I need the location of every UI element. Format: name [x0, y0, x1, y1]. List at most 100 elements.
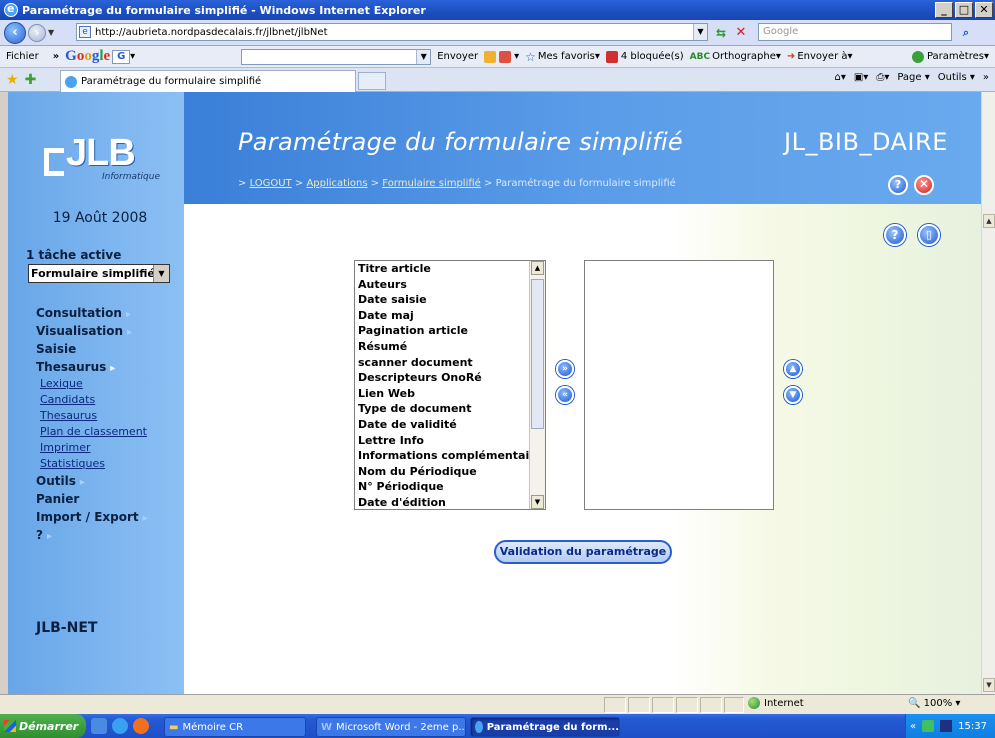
submenu-lexique[interactable]: Lexique [40, 376, 148, 392]
listbox-scrollbar[interactable]: ▲ ▼ [529, 261, 545, 509]
popup-blocked-button[interactable]: 4 bloquée(s) [605, 50, 684, 63]
menu-outils[interactable]: Outils ▸ [36, 472, 148, 490]
move-left-icon[interactable]: « [556, 386, 574, 404]
minimize-button[interactable]: _ [935, 2, 953, 18]
list-item[interactable]: Date d'édition [355, 495, 531, 509]
alert-icon[interactable] [499, 50, 512, 63]
menu-import-export[interactable]: Import / Export ▸ [36, 508, 148, 526]
list-item[interactable]: Date maj [355, 308, 531, 324]
list-item[interactable]: Titre article [355, 261, 531, 277]
menu-consultation[interactable]: Consultation ▸ [36, 304, 148, 322]
google-search-input[interactable]: ▼ [241, 48, 432, 65]
list-item[interactable]: Type de document [355, 401, 531, 417]
list-item[interactable]: N° Périodique [355, 479, 531, 495]
mes-favoris-button[interactable]: ☆ Mes favoris ▾ [525, 50, 600, 64]
search-input[interactable]: Google [758, 23, 952, 41]
submenu-plan-de-classement[interactable]: Plan de classement [40, 424, 148, 440]
list-item[interactable]: Lettre Info [355, 433, 531, 449]
scroll-down-icon[interactable]: ▼ [531, 495, 544, 509]
breadcrumb-formulaire[interactable]: Formulaire simplifié [382, 178, 481, 189]
url-dropdown-icon[interactable]: ▼ [693, 24, 707, 40]
taskbar-item-word[interactable]: W Microsoft Word - 2eme p... [316, 717, 466, 737]
list-item[interactable]: Descripteurs OnoRé [355, 370, 531, 386]
book-icon[interactable]: ▯ [918, 224, 940, 246]
google-menu-button[interactable]: G ▾ [112, 49, 135, 64]
search-icon[interactable]: ⌕ [956, 24, 976, 42]
list-item[interactable]: Pagination article [355, 323, 531, 339]
taskbar-item-ie[interactable]: Paramétrage du form... [470, 717, 620, 737]
envoyer-a-button[interactable]: ➜ Envoyer à ▾ [787, 51, 853, 62]
maximize-button[interactable]: □ [955, 2, 973, 18]
submenu-statistiques[interactable]: Statistiques [40, 456, 148, 472]
help-icon[interactable]: ? [884, 224, 906, 246]
star-icon[interactable] [484, 50, 497, 63]
tray-expand-icon[interactable]: « [910, 721, 916, 732]
list-item[interactable]: scanner document [355, 355, 531, 371]
zoom-control[interactable]: 🔍 100% ▾ [908, 698, 960, 709]
menu-help[interactable]: ? ▸ [36, 526, 148, 544]
task-select[interactable]: Formulaire simplifié ▼ [28, 264, 170, 283]
submenu-thesaurus[interactable]: Thesaurus [40, 408, 148, 424]
move-right-icon[interactable]: » [556, 360, 574, 378]
move-down-icon[interactable]: ▼ [784, 386, 802, 404]
forward-button[interactable]: › [28, 23, 46, 42]
menu-visualisation[interactable]: Visualisation ▸ [36, 322, 148, 340]
list-item[interactable]: Nom du Périodique [355, 464, 531, 480]
chevron-icon[interactable]: » [53, 51, 59, 62]
page-scrollbar[interactable]: ▲ ▼ [981, 92, 995, 694]
security-zone[interactable]: Internet [748, 697, 804, 709]
menu-saisie[interactable]: Saisie [36, 340, 148, 358]
help-icon[interactable]: ? [888, 175, 908, 195]
home-icon[interactable]: ⌂▾ [834, 72, 845, 83]
breadcrumb-logout[interactable]: LOGOUT [250, 178, 292, 189]
selected-fields-listbox[interactable] [584, 260, 774, 510]
scroll-down-icon[interactable]: ▼ [983, 678, 995, 692]
breadcrumb-applications[interactable]: Applications [306, 178, 367, 189]
tab-current[interactable]: Paramétrage du formulaire simplifié [60, 70, 356, 92]
tray-app-icon[interactable] [940, 720, 953, 732]
print-icon[interactable]: ⎙▾ [876, 72, 889, 83]
parametres-button[interactable]: Paramètres ▾ [911, 50, 989, 63]
tools-menu[interactable]: Outils ▾ [938, 72, 975, 83]
google-search-dropdown-icon[interactable]: ▼ [416, 49, 431, 64]
url-input[interactable]: e http://aubrieta.nordpasdecalais.fr/jlb… [76, 23, 708, 41]
refresh-icon[interactable]: ⇆ [712, 24, 730, 42]
page-menu[interactable]: Page ▾ [897, 72, 929, 83]
list-item[interactable]: Lien Web [355, 386, 531, 402]
network-icon[interactable] [922, 720, 935, 732]
submenu-candidats[interactable]: Candidats [40, 392, 148, 408]
available-fields-listbox[interactable]: Titre article Auteurs Date saisie Date maj P… [354, 260, 546, 510]
taskbar-item-memoire[interactable]: ▬ Mémoire CR [164, 717, 306, 737]
stop-icon[interactable]: ✕ [732, 24, 750, 42]
close-window-button[interactable]: ✕ [975, 2, 993, 18]
back-button[interactable]: ‹ [4, 21, 26, 44]
list-item[interactable]: Auteurs [355, 277, 531, 293]
desktop-quicklaunch-icon[interactable] [91, 718, 107, 734]
orthographe-button[interactable]: ABC Orthographe ▾ [690, 51, 781, 62]
menu-fichier[interactable]: Fichier [6, 51, 39, 62]
scroll-up-icon[interactable]: ▲ [983, 214, 995, 228]
menu-thesaurus[interactable]: Thesaurus ▸ [36, 358, 148, 376]
menu-panier[interactable]: Panier [36, 490, 148, 508]
submenu-imprimer[interactable]: Imprimer [40, 440, 148, 456]
add-favorite-icon[interactable]: ✚ [25, 72, 37, 88]
move-up-icon[interactable]: ▲ [784, 360, 802, 378]
firefox-quicklaunch-icon[interactable] [133, 718, 149, 734]
ie-quicklaunch-icon[interactable] [112, 718, 128, 734]
list-item[interactable]: Informations complémentai [355, 448, 531, 464]
new-tab-button[interactable] [358, 72, 386, 90]
favorites-center-icon[interactable]: ★ [6, 72, 19, 88]
protected-mode-icon[interactable] [724, 697, 744, 713]
dropdown-icon[interactable]: ▾ [514, 51, 519, 62]
scroll-up-icon[interactable]: ▲ [531, 261, 544, 275]
list-item[interactable]: Résumé [355, 339, 531, 355]
close-icon[interactable]: ✕ [914, 175, 934, 195]
feeds-icon[interactable]: ▣▾ [854, 72, 868, 83]
list-item[interactable]: Date de validité [355, 417, 531, 433]
start-button[interactable]: Démarrer [0, 714, 86, 738]
scroll-thumb[interactable] [531, 279, 544, 429]
history-dropdown-icon[interactable]: ▼ [48, 28, 58, 37]
chevron-icon[interactable]: » [983, 72, 989, 83]
validate-button[interactable]: Validation du paramétrage [494, 540, 672, 564]
list-item[interactable]: Date saisie [355, 292, 531, 308]
